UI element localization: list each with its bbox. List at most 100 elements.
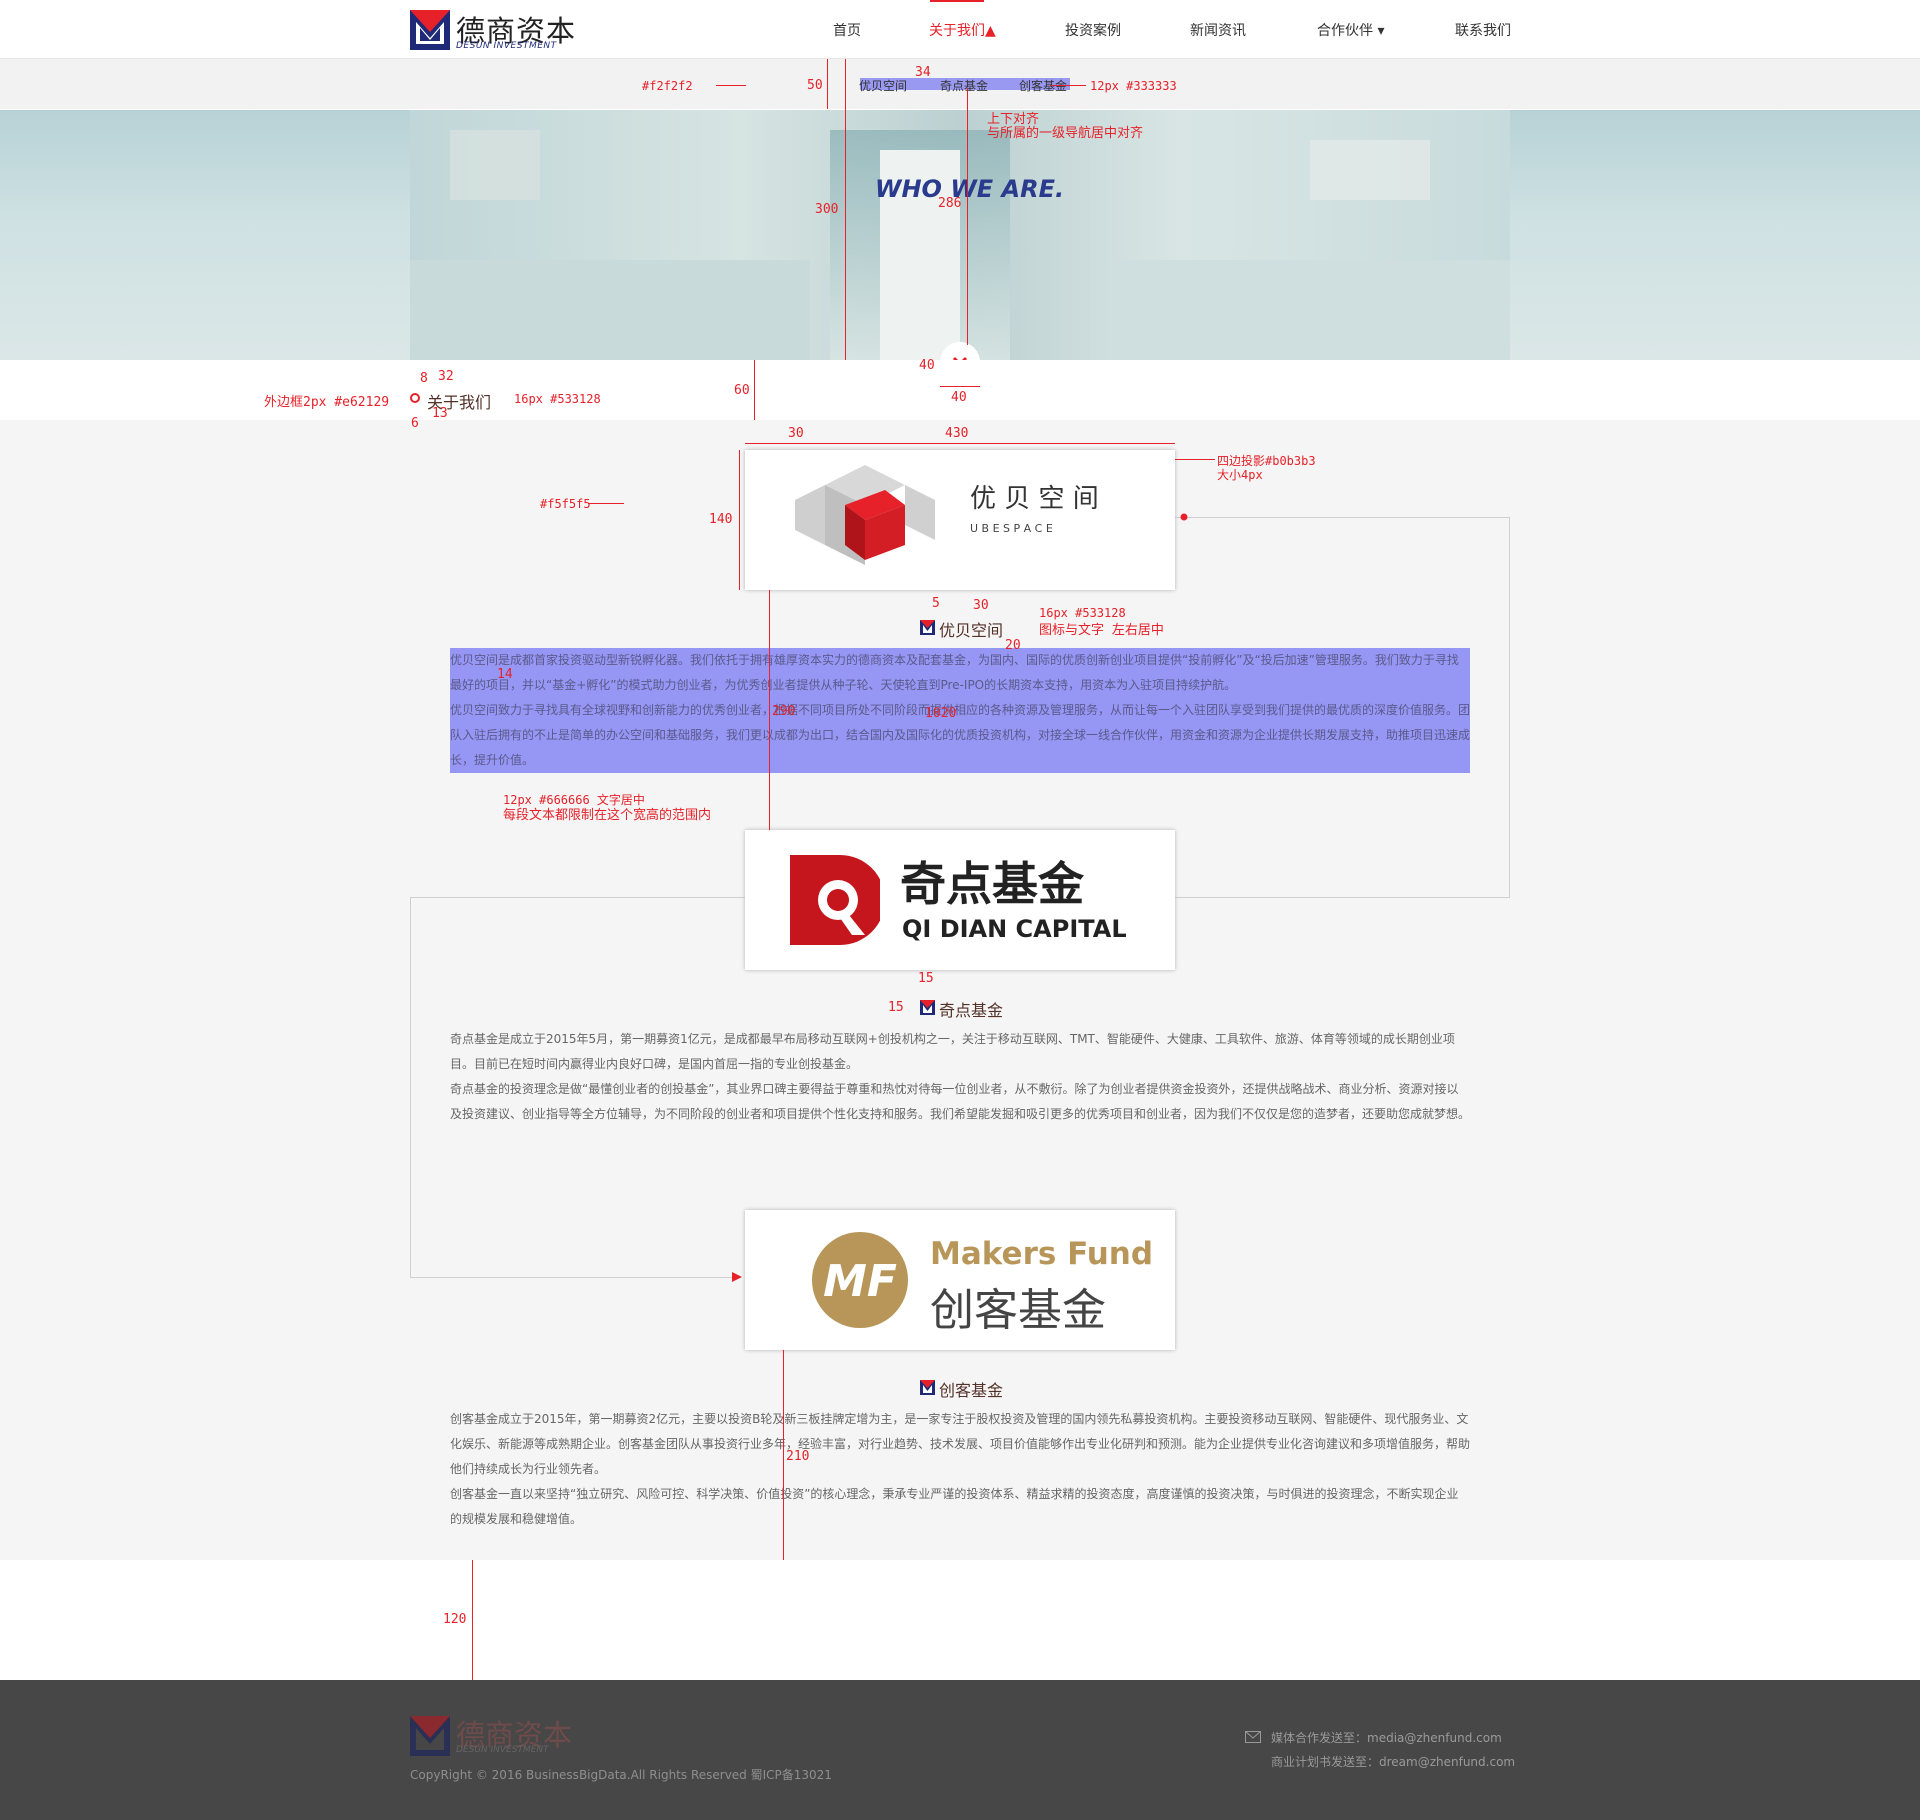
nav-cases[interactable]: 投资案例 bbox=[1065, 20, 1121, 40]
company-logo-card-makers[interactable]: MF Makers Fund 创客基金 bbox=[745, 1210, 1175, 1350]
annotation-label: 外边框2px #e62129 bbox=[264, 395, 390, 410]
annotation-line bbox=[588, 503, 624, 504]
annotation-label: 8 bbox=[420, 371, 428, 386]
flow-dot-icon bbox=[1180, 513, 1188, 521]
annotation-label: 6 bbox=[411, 416, 419, 431]
nav-home[interactable]: 首页 bbox=[833, 20, 861, 40]
annotation-label: 50 bbox=[807, 78, 823, 93]
company-title-icon bbox=[920, 1000, 935, 1015]
annotation-label: 20 bbox=[1005, 638, 1021, 653]
description-paragraph: 奇点基金是成立于2015年5月，第一期募资1亿元，是成都最早布局移动互联网+创投… bbox=[450, 1032, 1455, 1071]
mail-icon bbox=[1245, 1731, 1261, 1743]
annotation-label: 1020 bbox=[925, 706, 957, 721]
company-title-ubespace: 优贝空间 bbox=[939, 621, 1004, 640]
annotation-label: 34 bbox=[915, 65, 931, 80]
annotation-line bbox=[967, 88, 968, 345]
annotation-line bbox=[716, 85, 746, 86]
annotation-label: 30 bbox=[788, 426, 804, 441]
annotation-label: 32 bbox=[438, 369, 454, 384]
annotation-label: 30 bbox=[973, 598, 989, 613]
annotation-label: 大小4px bbox=[1217, 468, 1263, 482]
annotation-label: 图标与文字 左右居中 bbox=[1039, 623, 1164, 638]
annotation-label: 286 bbox=[938, 196, 962, 211]
flow-arrow-icon bbox=[732, 1272, 742, 1282]
annotation-line bbox=[783, 1350, 784, 1560]
annotation-label: 每段文本都限制在这个宽高的范围内 bbox=[503, 808, 712, 823]
company-logo-card-qidian[interactable]: 奇点基金 QI DIAN CAPITAL bbox=[745, 830, 1175, 970]
annotation-label: 12px #333333 bbox=[1090, 79, 1177, 93]
flow-line bbox=[410, 897, 745, 898]
annotation-line bbox=[940, 386, 980, 387]
annotation-label: 430 bbox=[945, 426, 969, 441]
annotation-label: 14 bbox=[497, 667, 513, 682]
qidian-logo-en: QI DIAN CAPITAL bbox=[902, 915, 1127, 943]
annotation-line bbox=[769, 590, 770, 830]
footer-contact-media[interactable]: 媒体合作发送至：media@zhenfund.com bbox=[1271, 1729, 1502, 1746]
annotation-line bbox=[1050, 85, 1086, 86]
banner-title: WHO WE ARE. bbox=[875, 175, 1065, 203]
annotation-line bbox=[827, 59, 828, 109]
annotation-line bbox=[745, 443, 1175, 444]
annotation-line bbox=[472, 1560, 473, 1680]
subnav-item-qidian[interactable]: 奇点基金 bbox=[940, 77, 988, 94]
ubespace-logo-en: U B E S P A C E bbox=[970, 522, 1053, 535]
description-paragraph: 创客基金一直以来坚持“独立研究、风险可控、科学决策、价值投资”的核心理念，秉承专… bbox=[450, 1487, 1459, 1526]
annotation-label: 120 bbox=[443, 1612, 467, 1627]
banner-photo bbox=[410, 110, 1510, 360]
annotation-label: 15 bbox=[918, 971, 934, 986]
description-paragraph: 创客基金成立于2015年，第一期募资2亿元，主要以投资B轮及新三板挂牌定增为主，… bbox=[450, 1412, 1471, 1476]
nav-contact[interactable]: 联系我们 bbox=[1455, 20, 1511, 40]
nav-about[interactable]: 关于我们▲ bbox=[929, 20, 996, 40]
flow-line bbox=[1509, 517, 1510, 897]
qidian-logo-icon bbox=[790, 855, 880, 945]
description-paragraph: 优贝空间致力于寻找具有全球视野和创新能力的优秀创业者，根据不同项目所处不同阶段而… bbox=[450, 698, 1470, 773]
flow-line bbox=[410, 1277, 740, 1278]
annotation-label: 300 bbox=[815, 202, 839, 217]
company-description-makers: 创客基金成立于2015年，第一期募资2亿元，主要以投资B轮及新三板挂牌定增为主，… bbox=[450, 1407, 1470, 1532]
annotation-label: 16px #533128 bbox=[514, 392, 601, 406]
logo-mark-icon bbox=[410, 10, 450, 50]
annotation-label: 140 bbox=[709, 512, 733, 527]
makers-logo-en: Makers Fund bbox=[930, 1236, 1154, 1272]
annotation-label: 210 bbox=[786, 1449, 810, 1464]
annotation-line bbox=[1175, 459, 1215, 460]
annotation-label: 40 bbox=[951, 390, 967, 405]
nav-partners[interactable]: 合作伙伴 ▾ bbox=[1317, 20, 1384, 40]
company-description-qidian: 奇点基金是成立于2015年5月，第一期募资1亿元，是成都最早布局移动互联网+创投… bbox=[450, 1027, 1470, 1127]
annotation-label: 15 bbox=[888, 1000, 904, 1015]
flow-line bbox=[1175, 897, 1510, 898]
site-logo[interactable]: 德商资本 DESUN INVESTMENT bbox=[410, 10, 580, 52]
annotation-label: 16px #533128 bbox=[1039, 606, 1126, 620]
footer-logo-icon bbox=[410, 1716, 450, 1756]
flow-line bbox=[410, 897, 411, 1277]
annotation-line bbox=[739, 450, 740, 590]
annotation-label: 60 bbox=[734, 383, 750, 398]
ubespace-logo-cn: 优 贝 空 间 bbox=[970, 484, 1099, 514]
company-logo-card-ubespace[interactable]: 优 贝 空 间 U B E S P A C E bbox=[745, 450, 1175, 590]
company-title-icon bbox=[920, 1380, 935, 1395]
footer-contact-plan[interactable]: 商业计划书发送至：dream@zhenfund.com bbox=[1271, 1753, 1515, 1770]
footer-logo-en: DESUN INVESTMENT bbox=[456, 1745, 549, 1755]
company-title-icon bbox=[920, 620, 935, 635]
subnav-item-ubespace[interactable]: 优贝空间 bbox=[859, 77, 907, 94]
annotation-line bbox=[845, 59, 846, 360]
annotation-label: 与所属的一级导航居中对齐 bbox=[987, 126, 1144, 141]
logo-text-en: DESUN INVESTMENT bbox=[456, 41, 557, 51]
description-paragraph: 优贝空间是成都首家投资驱动型新锐孵化器。我们依托于拥有雄厚资本实力的德商资本及配… bbox=[450, 648, 1470, 698]
annotation-label: #f5f5f5 bbox=[540, 497, 591, 511]
footer-copyright: CopyRight © 2016 BusinessBigData.All Rig… bbox=[410, 1768, 832, 1782]
company-title-qidian: 奇点基金 bbox=[939, 1001, 1004, 1020]
makers-logo-mark: MF bbox=[823, 1256, 897, 1307]
description-paragraph: 奇点基金的投资理念是做“最懂创业者的创投基金”，其业界口碑主要得益于尊重和热忱对… bbox=[450, 1082, 1471, 1121]
qidian-logo-cn: 奇点基金 bbox=[900, 857, 1084, 911]
annotation-label: 13 bbox=[432, 406, 448, 421]
annotation-label: #f2f2f2 bbox=[642, 79, 693, 93]
section-bullet-icon bbox=[410, 393, 420, 403]
annotation-label: 290 bbox=[772, 704, 796, 719]
annotation-label: 40 bbox=[919, 358, 935, 373]
makers-logo-cn: 创客基金 bbox=[930, 1285, 1106, 1336]
flow-line bbox=[1175, 517, 1510, 518]
nav-active-indicator bbox=[930, 0, 984, 2]
makers-logo-icon: MF bbox=[812, 1232, 908, 1328]
nav-news[interactable]: 新闻资讯 bbox=[1190, 20, 1246, 40]
